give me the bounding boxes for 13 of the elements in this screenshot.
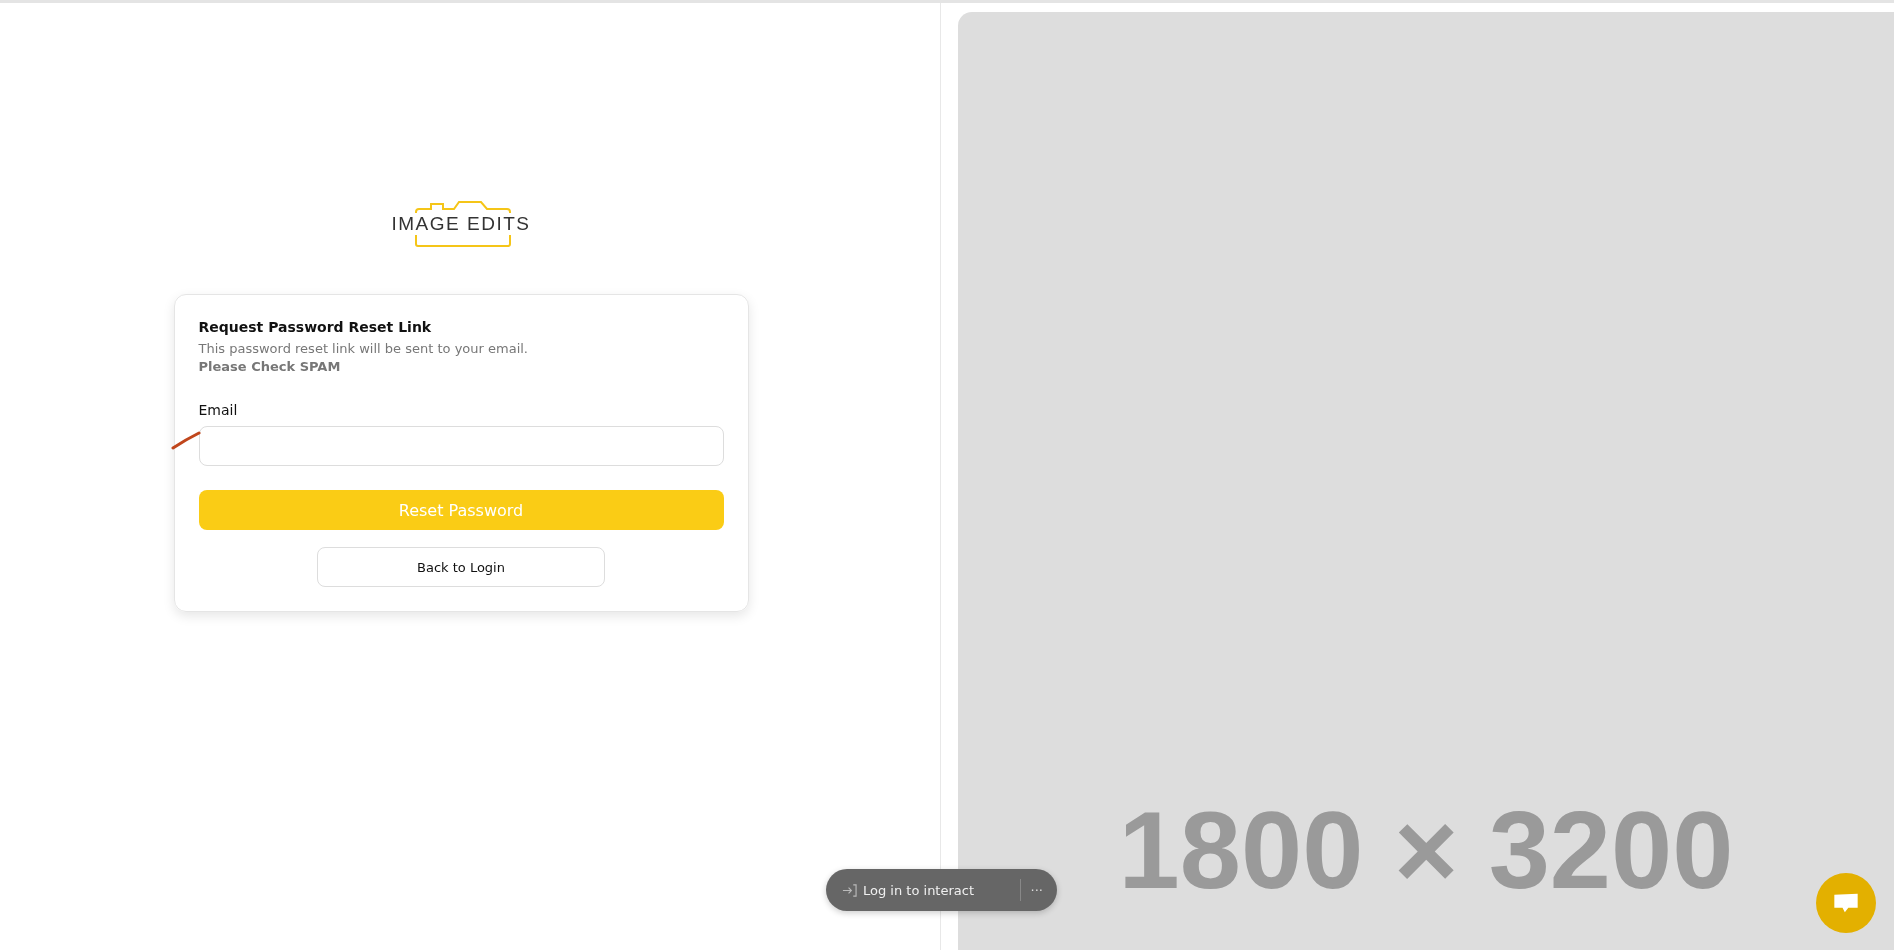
card-description: This password reset link will be sent to your email.	[198, 341, 529, 356]
login-icon	[842, 882, 857, 898]
email-field[interactable]	[198, 426, 724, 466]
spam-notice: Please Check SPAM	[198, 359, 342, 374]
email-label: Email	[198, 402, 239, 418]
card-title: Request Password Reset Link	[198, 319, 433, 335]
pen-stroke	[170, 430, 201, 450]
back-to-login-button[interactable]: Back to Login	[317, 547, 605, 587]
chat-bubble-icon	[1832, 891, 1860, 915]
more-button[interactable]: ···	[1030, 882, 1043, 898]
login-to-interact-link[interactable]: Log in to interact	[863, 882, 1020, 898]
placeholder-dimensions: 1800 × 3200	[1118, 795, 1734, 905]
logo-text: IMAGE EDITS	[391, 212, 531, 236]
